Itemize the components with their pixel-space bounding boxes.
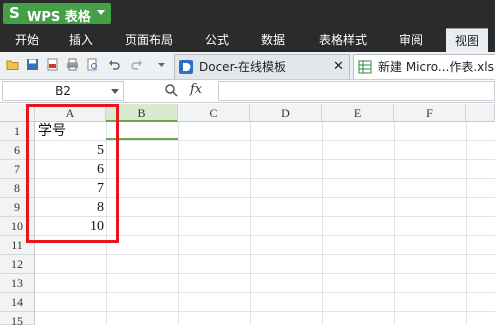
gridline: [466, 122, 467, 325]
row-header[interactable]: 12: [0, 255, 35, 274]
gridline: [35, 273, 495, 274]
tab-page-layout[interactable]: 页面布局: [118, 28, 180, 52]
tab-review[interactable]: 审阅: [390, 28, 432, 52]
formula-input[interactable]: [218, 81, 495, 101]
gridline: [322, 122, 323, 325]
chevron-down-icon: [97, 10, 105, 15]
gridline: [35, 292, 495, 293]
tab-view[interactable]: 视图: [446, 28, 488, 53]
column-header-g[interactable]: [466, 104, 495, 122]
print-preview-icon[interactable]: [86, 58, 99, 71]
tab-home[interactable]: 开始: [6, 28, 48, 52]
spreadsheet-icon: [358, 60, 372, 74]
highlight-annotation-box: [26, 104, 119, 243]
tab-formulas[interactable]: 公式: [196, 28, 238, 52]
tab-table-style[interactable]: 表格样式: [310, 28, 376, 52]
export-pdf-icon[interactable]: [46, 58, 59, 71]
customize-dropdown-icon[interactable]: [155, 58, 168, 71]
doc-tab-label: Docer-在线模板: [199, 60, 287, 74]
cell-reference: B2: [55, 84, 71, 98]
column-header-e[interactable]: E: [322, 104, 394, 122]
print-icon[interactable]: [66, 58, 79, 71]
row-header[interactable]: 13: [0, 274, 35, 293]
name-box[interactable]: B2: [2, 81, 124, 101]
doc-tab-label: 新建 Micro...作表.xls: [378, 60, 494, 74]
app-name: WPS 表格: [27, 10, 91, 25]
save-icon[interactable]: [26, 58, 39, 71]
undo-icon[interactable]: [108, 58, 121, 71]
close-icon[interactable]: ✕: [333, 55, 344, 79]
redo-icon[interactable]: [130, 58, 143, 71]
row-header[interactable]: 15: [0, 312, 35, 328]
wps-logo-icon: S: [9, 4, 20, 22]
column-header-f[interactable]: F: [394, 104, 466, 122]
tab-insert[interactable]: 插入: [60, 28, 102, 52]
column-header-c[interactable]: C: [178, 104, 250, 122]
gridline: [394, 122, 395, 325]
column-header-d[interactable]: D: [250, 104, 322, 122]
gridline: [250, 122, 251, 325]
fx-icon[interactable]: fx: [190, 82, 202, 97]
tab-data[interactable]: 数据: [252, 28, 294, 52]
open-folder-icon[interactable]: [6, 58, 19, 71]
formula-bar: B2 fx: [0, 80, 495, 103]
gridline: [35, 311, 495, 312]
gridline: [35, 254, 495, 255]
title-bar: S WPS 表格: [0, 0, 495, 28]
docer-icon: [179, 60, 193, 74]
gridline: [178, 122, 179, 325]
row-header[interactable]: 14: [0, 293, 35, 312]
chevron-down-icon: [111, 89, 119, 94]
ribbon-tabs: 开始 插入 页面布局 公式 数据 表格样式 审阅 视图: [0, 28, 495, 53]
app-menu-button[interactable]: S WPS 表格: [3, 3, 111, 25]
doc-tab-workbook[interactable]: 新建 Micro...作表.xls: [353, 54, 495, 79]
doc-tab-docer[interactable]: Docer-在线模板 ✕: [174, 54, 350, 79]
zoom-search-icon[interactable]: [164, 83, 178, 97]
quick-access-toolbar: Docer-在线模板 ✕ 新建 Micro...作表.xls: [0, 52, 495, 80]
